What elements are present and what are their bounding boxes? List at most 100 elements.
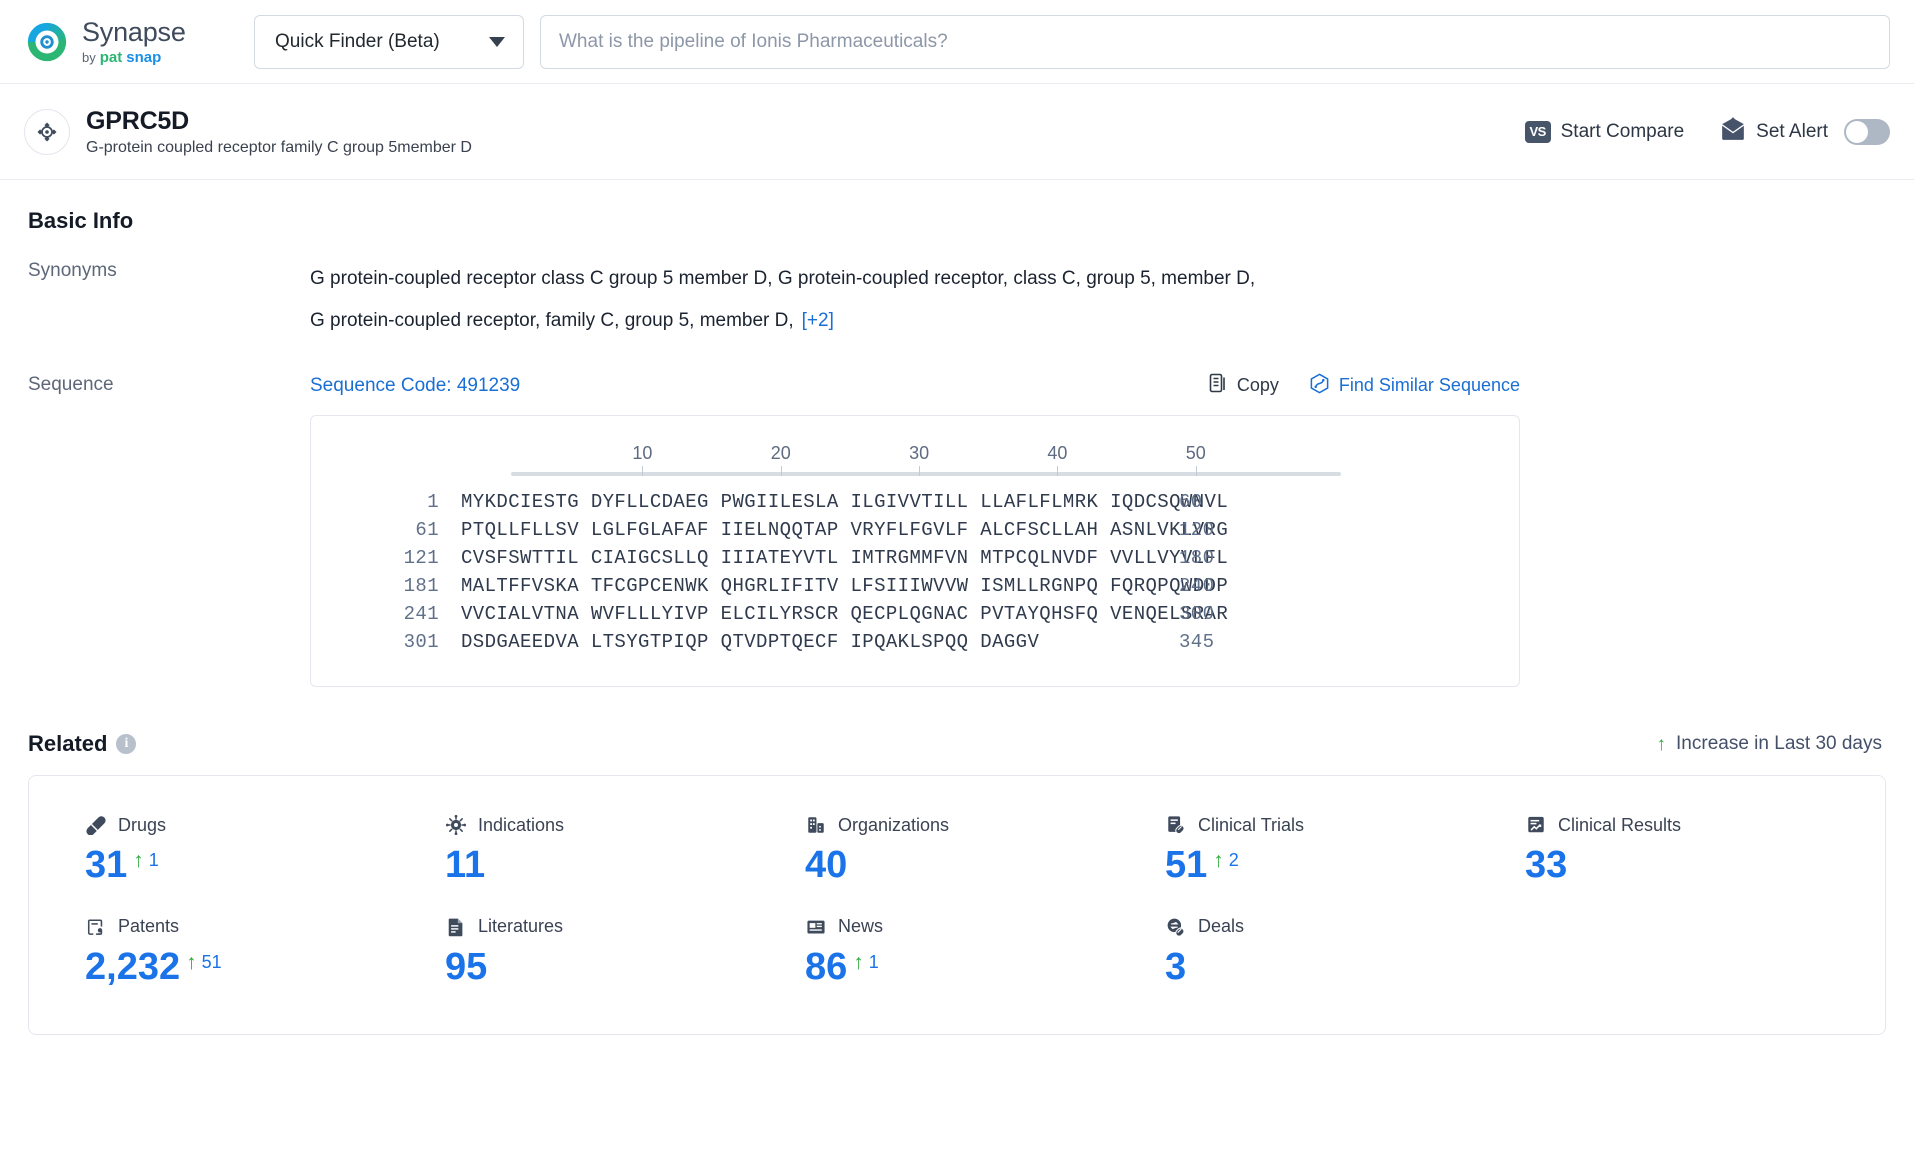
quick-finder-select[interactable]: Quick Finder (Beta) [254,14,524,69]
target-icon [24,108,70,155]
stat-label-text: Deals [1198,916,1245,937]
info-icon[interactable]: i [116,734,137,754]
patent-icon [85,916,107,938]
sequence-row-end: 300 [1179,603,1215,625]
virus-icon [445,814,467,836]
sequence-row-end: 345 [1179,631,1215,653]
search-box[interactable] [540,14,1890,69]
sequence-viewer: 10 20 30 40 50 1 MYKDCIESTG DYFLLCDAEG PWGIIL… [310,415,1520,687]
increase-legend-label: Increase in Last 30 days [1676,733,1882,754]
stat-label: News [805,916,1165,938]
quick-finder-label: Quick Finder (Beta) [275,30,440,52]
search-input[interactable] [557,29,1873,54]
ruler-baseline [511,472,1341,476]
stat-delta: ↑ 2 [1213,850,1239,871]
stat-card-drugs[interactable]: Drugs 31 ↑ 1 [85,814,445,886]
stat-label: Literatures [445,916,805,938]
sequence-rows: 1 MYKDCIESTG DYFLLCDAEG PWGIILESLA ILGIVV… [311,488,1519,656]
ruler-tick-label: 10 [632,443,653,463]
sequence-row-residues: MYKDCIESTG DYFLLCDAEG PWGIILESLA ILGIVVT… [461,491,1229,513]
stat-card-organizations[interactable]: Organizations 40 [805,814,1165,886]
stat-label-text: Organizations [838,814,950,835]
copy-label: Copy [1236,375,1279,395]
stat-value: 95 [445,945,805,988]
brand-patsnap-pat: pat [99,48,123,66]
literature-icon [445,916,467,938]
brand-logo-group[interactable]: Synapse by pat snap [24,16,254,66]
page-title: GPRC5D [86,106,189,135]
entity-subtitle: G-protein coupled receptor family C grou… [86,138,472,156]
stat-number: 95 [445,945,488,988]
stat-card-patents[interactable]: Patents 2,232 ↑ 51 [85,916,445,988]
ruler-tick-label: 40 [1047,443,1068,463]
copy-icon [1208,372,1228,399]
stat-label: Clinical Trials [1165,814,1525,836]
start-compare-button[interactable]: VS Start Compare [1524,120,1684,143]
stat-label-text: Clinical Results [1558,814,1682,835]
ruler-tick [1195,466,1197,476]
stat-card-clinical-results[interactable]: Clinical Results 33 [1525,814,1885,886]
basic-info-title: Basic Info [28,208,134,233]
deals-icon [1165,916,1187,938]
arrow-up-icon: ↑ [133,849,144,872]
stat-number: 2,232 [85,945,181,988]
sequence-row-residues: MALTFFVSKA TFCGPCENWK QHGRLIFITV LFSIIIW… [461,575,1229,597]
stat-label-text: Drugs [118,814,167,835]
sequence-row-end: 60 [1179,491,1203,513]
sequence-row-end: 180 [1179,547,1215,569]
ruler-tick [919,466,921,476]
set-alert-toggle[interactable] [1844,118,1890,145]
synonyms-more-link[interactable]: [+2] [802,310,834,331]
stat-number: 51 [1165,844,1208,886]
sequence-row: 61 PTQLLFLLSV LGLFGLAFAF IIELNQQTAP VRYFL… [311,516,1519,544]
sequence-row: 241 VVCIALVTNA WVFLLLYIVP ELCILYRSCR QECP… [311,600,1519,628]
stat-label: Clinical Results [1525,814,1885,836]
stat-label-text: Clinical Trials [1198,814,1305,835]
brand-name: Synapse [82,16,186,47]
synonyms-line-1: G protein-coupled receptor class C group… [310,268,1256,289]
clinical-result-icon [1525,814,1547,836]
synonyms-line-2: G protein-coupled receptor, family C, gr… [310,310,794,331]
sequence-row-start: 301 [403,631,439,653]
vs-icon: VS [1524,120,1551,143]
alert-envelope-icon [1720,116,1746,147]
stat-delta-number: 51 [201,951,222,972]
find-similar-sequence-button[interactable]: Find Similar Sequence [1309,372,1520,399]
find-similar-label: Find Similar Sequence [1338,375,1520,395]
sequence-row: 1 MYKDCIESTG DYFLLCDAEG PWGIILESLA ILGIVV… [311,488,1519,516]
stat-label-text: Indications [478,814,565,835]
sequence-code-link[interactable]: Sequence Code: 491239 [310,375,520,397]
stat-card-news[interactable]: News 86 ↑ 1 [805,916,1165,988]
entity-actions: VS Start Compare Set Alert [1524,116,1890,147]
stat-number: 86 [805,945,848,988]
synapse-logo-icon [24,19,70,65]
related-stats-grid: Drugs 31 ↑ 1 Indications 11 Organizations 40 Cli… [29,814,1885,988]
stat-value: 3 [1165,947,1525,988]
stat-delta-number: 2 [1228,850,1239,871]
stat-number: 11 [445,844,486,886]
clinical-trial-icon [1165,814,1187,836]
ruler-tick-label: 30 [909,443,930,463]
copy-sequence-button[interactable]: Copy [1208,372,1279,399]
sequence-toolbar: Sequence Code: 491239 Copy Find Similar … [310,372,1520,399]
sequence-row: 301 DSDGAEEDVA LTSYGTPIQP QTVDPTQECF IPQA… [311,628,1519,656]
sequence-row-residues: CVSFSWTTIL CIAIGCSLLQ IIIATEYVTL IMTRGMM… [461,547,1229,569]
stat-card-deals[interactable]: Deals 3 [1165,916,1525,988]
arrow-up-icon: ↑ [853,950,864,974]
stat-label: Indications [445,814,805,836]
stat-label: Drugs [85,814,445,836]
set-alert-label: Set Alert [1756,120,1828,142]
sequence-ruler: 10 20 30 40 50 [511,442,1341,488]
stat-value: 11 [445,844,805,886]
top-bar: Synapse by pat snap Quick Finder (Beta) [0,0,1914,84]
related-stats-card: Drugs 31 ↑ 1 Indications 11 Organizations 40 Cli… [28,775,1886,1035]
stat-card-literatures[interactable]: Literatures 95 [445,916,805,988]
stat-card-clinical-trials[interactable]: Clinical Trials 51 ↑ 2 [1165,814,1525,886]
stat-number: 33 [1525,844,1568,886]
related-title: Related [28,731,108,756]
entity-header-bar: GPRC5D G-protein coupled receptor family… [0,84,1914,180]
set-alert-button[interactable]: Set Alert [1720,116,1828,147]
sequence-label: Sequence [28,374,114,395]
sequence-row-end: 240 [1179,575,1215,597]
stat-card-indications[interactable]: Indications 11 [445,814,805,886]
